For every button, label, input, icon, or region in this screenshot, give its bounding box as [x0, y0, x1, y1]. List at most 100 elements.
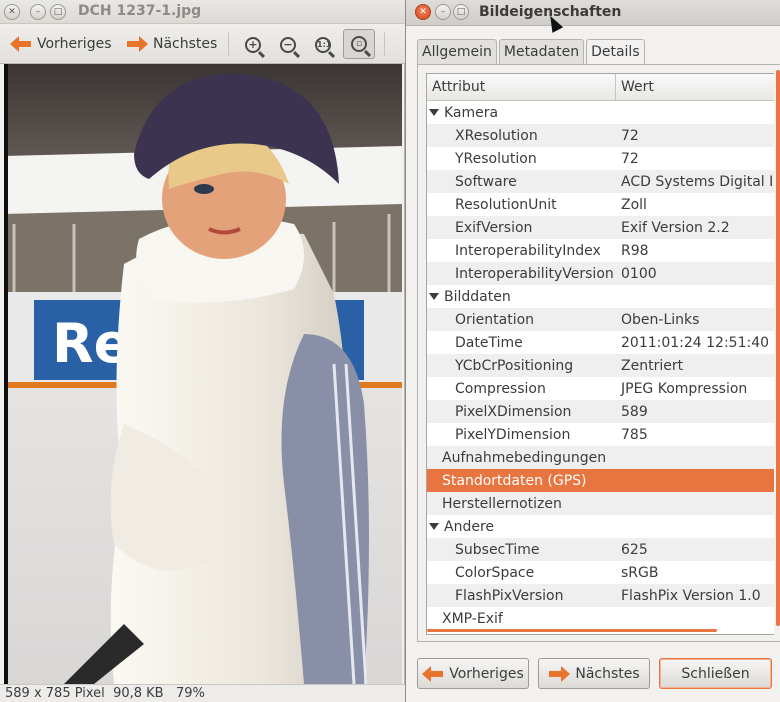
tree-row[interactable]: ResolutionUnit Zoll [427, 193, 774, 216]
tree-row[interactable]: Compression JPEG Kompression [427, 377, 774, 400]
row-attribute-text: YCbCrPositioning [455, 357, 574, 374]
row-attribute-text: ResolutionUnit [455, 196, 557, 213]
row-value: Exif Version 2.2 [621, 219, 730, 236]
row-attribute: ColorSpace [427, 565, 616, 581]
row-attribute: SubsecTime [427, 542, 616, 558]
row-attribute: Aufnahmebedingungen [427, 450, 616, 466]
tree-row[interactable]: Orientation Oben-Links [427, 308, 774, 331]
row-value: ACD Systems Digital I [621, 173, 774, 190]
row-attribute: Standortdaten (GPS) [427, 473, 616, 489]
tree-row[interactable]: Software ACD Systems Digital I [427, 170, 774, 193]
tree-row[interactable]: YResolution 72 [427, 147, 774, 170]
row-value: 2011:01:24 12:51:40 [621, 334, 770, 351]
row-value: Oben-Links [621, 311, 700, 328]
row-attribute: Compression [427, 381, 616, 397]
toolbar-separator [228, 32, 229, 56]
zoom-normal-icon[interactable]: 1:1 [310, 32, 336, 58]
row-value: Zentriert [621, 357, 684, 374]
row-attribute-text: YResolution [455, 150, 537, 167]
tree-row[interactable]: InteroperabilityVersion 0100 [427, 262, 774, 285]
row-attribute: Kamera [427, 105, 616, 121]
zoom-out-icon[interactable]: − [275, 32, 301, 58]
maximize-icon[interactable]: □ [453, 4, 469, 20]
row-attribute-text: PixelXDimension [455, 403, 572, 420]
tree-row[interactable]: PixelXDimension 589 [427, 400, 774, 423]
tree-row[interactable]: FlashPixVersion FlashPix Version 1.0 [427, 584, 774, 607]
tab-metadata[interactable]: Metadaten [498, 39, 585, 65]
tree-group-row[interactable]: Standortdaten (GPS) [427, 469, 774, 492]
minimize-icon[interactable]: – [30, 4, 46, 20]
row-attribute-text: Andere [444, 518, 495, 535]
row-attribute-text: Software [455, 173, 517, 190]
metadata-tree[interactable]: Attribut Wert Kamera XResolution 72 YResolu… [426, 73, 774, 635]
row-attribute: YCbCrPositioning [427, 358, 616, 374]
row-attribute: Orientation [427, 312, 616, 328]
row-attribute: Andere [427, 519, 616, 535]
column-header-value[interactable]: Wert [616, 74, 654, 100]
row-attribute-text: Kamera [444, 104, 499, 121]
photo-image: Reeb [4, 64, 402, 684]
image-viewer-window: ✕ – □ DCH 1237-1.jpg Vorheriges Nächstes… [0, 0, 405, 702]
row-value: sRGB [621, 564, 659, 581]
dialog-next-label: Nächstes [575, 665, 640, 682]
row-attribute-text: XMP-Exif [442, 610, 503, 627]
tree-row[interactable]: InteroperabilityIndex R98 [427, 239, 774, 262]
next-button[interactable]: Nächstes [126, 30, 217, 58]
tree-row[interactable]: ColorSpace sRGB [427, 561, 774, 584]
tree-row[interactable]: XResolution 72 [427, 124, 774, 147]
tree-group-row[interactable]: XMP-Exif [427, 607, 774, 630]
tree-row[interactable]: YCbCrPositioning Zentriert [427, 354, 774, 377]
row-attribute-text: InteroperabilityVersion [455, 265, 614, 282]
expander-triangle-icon[interactable] [429, 108, 439, 116]
close-button[interactable]: Schließen [659, 658, 772, 689]
viewer-statusbar: 589 x 785 Pixel 90,8 KB 79% [0, 684, 405, 702]
row-attribute: XMP-Exif [427, 611, 616, 627]
expander-triangle-icon[interactable] [429, 292, 439, 300]
tree-header: Attribut Wert [427, 74, 774, 101]
row-attribute-text: Standortdaten (GPS) [442, 472, 587, 489]
tree-group-row[interactable]: Bilddaten [427, 285, 774, 308]
maximize-icon[interactable]: □ [50, 4, 66, 20]
viewer-title: DCH 1237-1.jpg [78, 3, 202, 19]
row-attribute: InteroperabilityVersion [427, 266, 616, 282]
status-dimensions: 589 x 785 Pixel [5, 686, 105, 701]
horizontal-scrollbar[interactable] [427, 629, 717, 632]
row-attribute: Bilddaten [427, 289, 616, 305]
close-icon[interactable]: ✕ [4, 4, 20, 20]
tree-row[interactable]: DateTime 2011:01:24 12:51:40 [427, 331, 774, 354]
tree-group-row[interactable]: Andere [427, 515, 774, 538]
dialog-next-button[interactable]: Nächstes [538, 658, 650, 689]
tree-row[interactable]: PixelYDimension 785 [427, 423, 774, 446]
tree-group-row[interactable]: Kamera [427, 101, 774, 124]
next-label: Nächstes [153, 36, 218, 52]
close-button-label: Schließen [681, 665, 750, 682]
row-attribute-text: Aufnahmebedingungen [442, 449, 607, 466]
zoom-fit-icon[interactable]: ▫ [343, 29, 375, 59]
tree-row[interactable]: SubsecTime 625 [427, 538, 774, 561]
vertical-scrollbar[interactable] [776, 70, 780, 626]
tab-details[interactable]: Details [586, 39, 645, 66]
column-header-attribute[interactable]: Attribut [427, 74, 616, 100]
row-attribute-text: Orientation [455, 311, 535, 328]
row-attribute: ExifVersion [427, 220, 616, 236]
tree-group-row[interactable]: Aufnahmebedingungen [427, 446, 774, 469]
tab-general[interactable]: Allgemein [417, 39, 497, 65]
details-panel: Attribut Wert Kamera XResolution 72 YResolu… [417, 64, 780, 642]
viewer-titlebar: ✕ – □ DCH 1237-1.jpg [0, 0, 405, 24]
row-attribute-text: FlashPixVersion [455, 587, 564, 604]
tree-row[interactable]: ExifVersion Exif Version 2.2 [427, 216, 774, 239]
minimize-icon[interactable]: – [435, 4, 451, 20]
row-value: JPEG Kompression [621, 380, 748, 397]
zoom-in-icon[interactable]: + [240, 32, 266, 58]
dialog-titlebar: ✕ – □ Bildeigenschaften [406, 0, 780, 33]
photo-canvas[interactable]: Reeb [4, 64, 402, 684]
row-value: 625 [621, 541, 648, 558]
row-attribute-text: Compression [455, 380, 546, 397]
tree-group-row[interactable]: Herstellernotizen [427, 492, 774, 515]
close-icon[interactable]: ✕ [415, 4, 431, 20]
expander-triangle-icon[interactable] [429, 522, 439, 530]
row-attribute-text: Herstellernotizen [442, 495, 562, 512]
row-attribute: FlashPixVersion [427, 588, 616, 604]
dialog-previous-button[interactable]: Vorheriges [417, 658, 529, 689]
previous-button[interactable]: Vorheriges [10, 30, 112, 58]
